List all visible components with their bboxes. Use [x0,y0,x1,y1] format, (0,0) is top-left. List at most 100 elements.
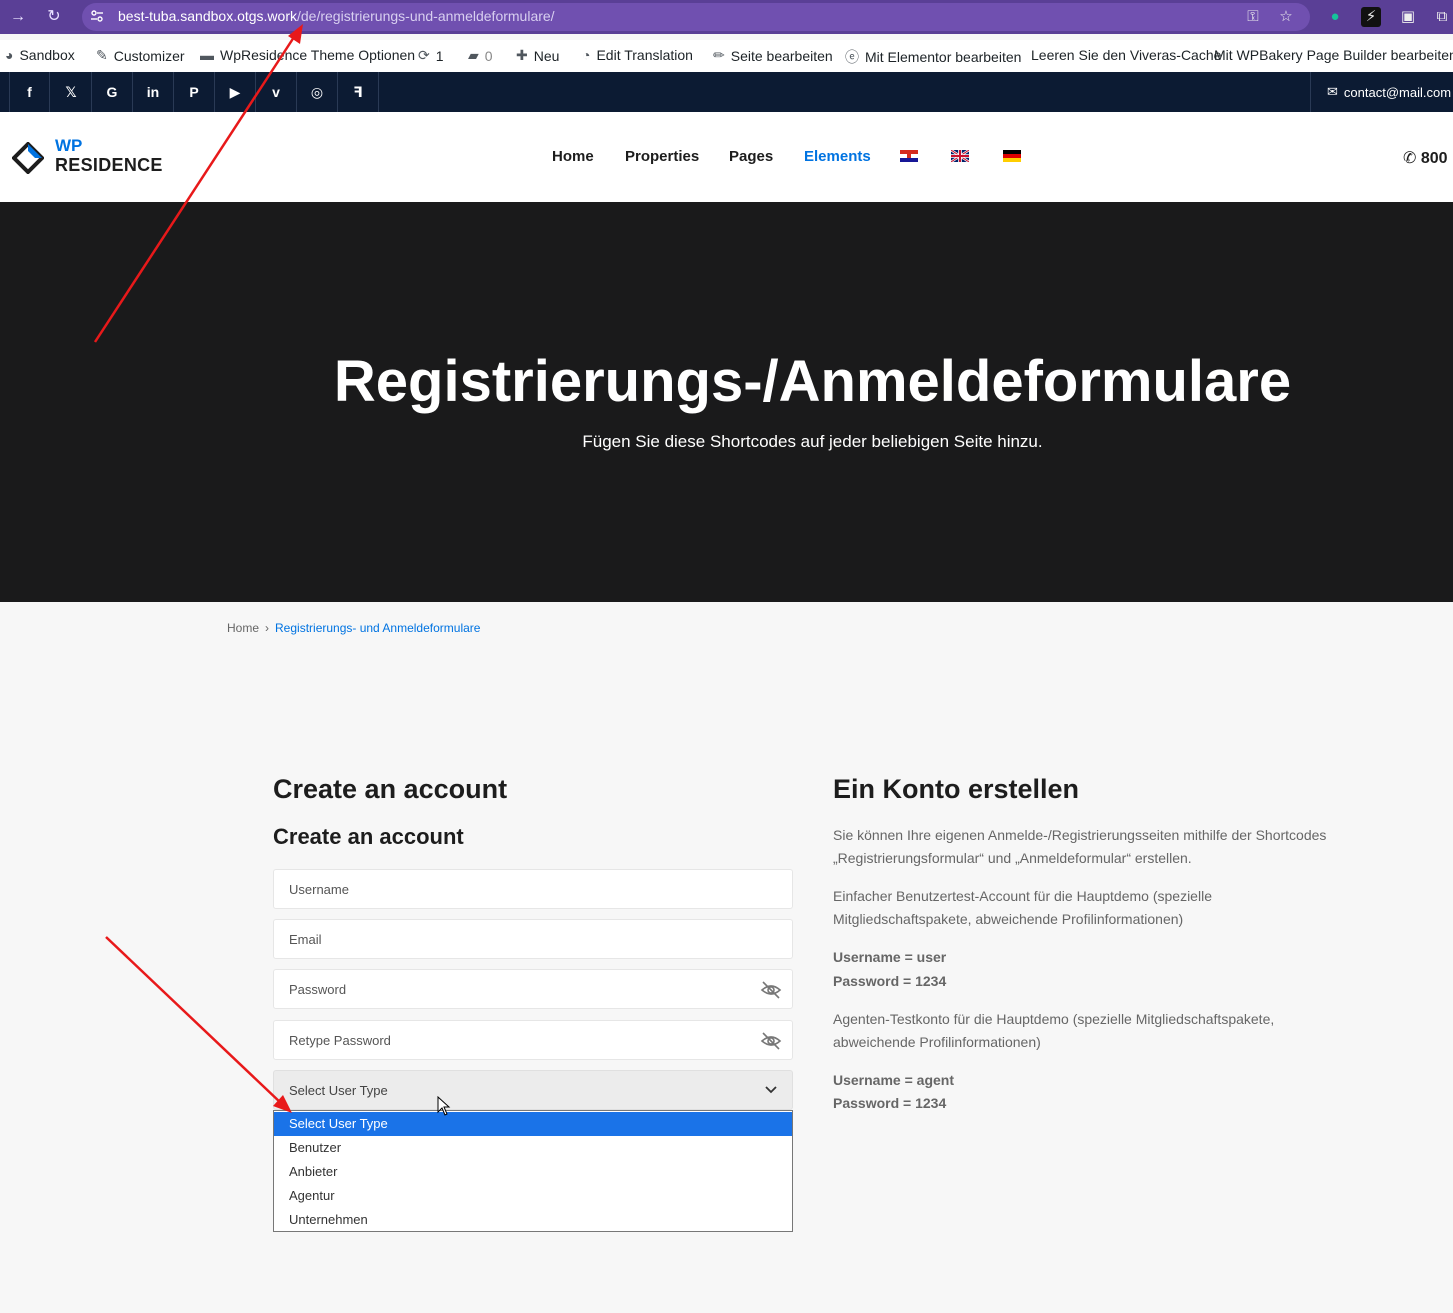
menu-item-home[interactable]: Home [552,148,594,165]
eye-slash-icon[interactable] [760,980,782,1000]
admin-item-label: WpResidence Theme Optionen [220,47,416,63]
admin-item-label: Seite bearbeiten [730,47,833,64]
admin-item-edit-translation[interactable]: ◔ Edit Translation [582,47,693,63]
user-type-option[interactable]: Anbieter [274,1160,792,1184]
form-subheading: Create an account [273,824,464,849]
bookmark-star-icon[interactable]: ☆ [1276,7,1296,27]
foursquare-icon[interactable]: ꟻ [338,72,379,112]
password-key-icon[interactable]: ⚿ [1243,7,1263,27]
url-text[interactable]: best-tuba.sandbox.otgs.work/de/registrie… [118,8,555,24]
linkedin-icon[interactable]: in [133,72,174,112]
username-field [273,869,793,909]
username-input[interactable] [274,870,792,908]
folder-icon: ▬ [200,47,214,63]
croatian-flag-icon[interactable] [900,150,918,162]
admin-item-new[interactable]: ✚ Neu [516,47,559,64]
site-settings-icon[interactable] [90,9,104,23]
admin-item-clear-cache[interactable]: Leeren Sie den Viveras-Cache [1031,47,1221,63]
extensions-puzzle-icon[interactable]: ⧉ [1432,7,1452,27]
logo-diamond-icon [12,142,44,174]
pinterest-icon[interactable]: P [174,72,215,112]
user-type-option[interactable]: Benutzer [274,1136,792,1160]
user-type-option[interactable]: Unternehmen [274,1208,792,1232]
admin-item-label: 1 [435,47,444,64]
reload-icon[interactable]: ↻ [44,7,64,27]
uk-flag-icon[interactable] [951,150,969,162]
admin-item-label: Leeren Sie den Viveras-Cache [1031,47,1222,63]
phone-number[interactable]: ✆ 800 [1403,148,1448,168]
info-paragraph-1: Sie können Ihre eigenen Anmelde-/Registr… [833,824,1353,870]
google-icon[interactable]: G [92,72,133,112]
form-heading: Create an account [273,774,508,804]
plus-icon: ✚ [516,47,528,63]
user-type-dropdown: Select User Type Benutzer Anbieter Agent… [273,1110,793,1232]
retype-password-input[interactable] [274,1021,792,1059]
breadcrumb-home[interactable]: Home [227,621,259,635]
contact-email[interactable]: ✉ contact@mail.com [1310,72,1451,112]
site-header: WP RESIDENCE Home Properties Pages Eleme… [0,112,1453,202]
agent-username: Username = agent [833,1072,954,1088]
grammarly-extension-icon[interactable]: ● [1325,7,1345,27]
info-text-line: Mitgliedschaftspakete, abweichende Profi… [833,911,1184,927]
info-paragraph-2: Einfacher Benutzertest-Account für die H… [833,885,1353,931]
user-type-selected-value: Select User Type [289,1083,388,1098]
admin-item-elementor[interactable]: ⓔ Mit Elementor bearbeiten [845,47,1021,67]
extension-icon[interactable]: ⚡ [1361,7,1381,27]
admin-item-comments[interactable]: ▰ 0 [468,47,493,64]
phone-icon: ✆ [1403,150,1417,167]
email-field [273,919,793,959]
translate-icon: ◔ [582,47,591,63]
menu-item-elements[interactable]: Elements [804,148,871,165]
agent-password: Password = 1234 [833,1095,947,1111]
page-subtitle: Fügen Sie diese Shortcodes auf jeder bel… [582,432,1043,451]
admin-item-wpbakery[interactable]: Mit WPBakery Page Builder bearbeiten [1214,47,1453,63]
elementor-icon: ⓔ [845,49,859,65]
info-paragraph-3: Agenten-Testkonto für die Hauptdemo (spe… [833,1008,1353,1054]
menu-item-pages[interactable]: Pages [729,148,773,165]
contact-email-text: contact@mail.com [1343,84,1452,100]
admin-item-customizer[interactable]: ✎ Customizer [96,47,185,64]
facebook-icon[interactable]: f [9,72,50,112]
x-icon[interactable]: 𝕏 [51,72,92,112]
info-text-line: Agenten-Testkonto für die Hauptdemo (spe… [833,1011,1275,1027]
user-password: Password = 1234 [833,973,947,989]
mail-icon: ✉ [1327,84,1338,99]
german-flag-icon[interactable] [1003,150,1021,162]
logo-wp-text: WP [55,136,83,155]
pencil-icon: ✏ [713,47,725,63]
admin-item-sandbox[interactable]: ◕ Sandbox [5,47,75,63]
social-topbar: f 𝕏 G in P ▶ v ◎ ꟻ ✉ contact@mail.com [0,72,1453,112]
admin-item-updates[interactable]: ⟳ 1 [418,47,444,64]
info-text-line: Einfacher Benutzertest-Account für die H… [833,888,1212,904]
user-type-option[interactable]: Select User Type [274,1112,792,1136]
chevron-right-icon: › [265,621,270,635]
breadcrumb: Home › Registrierungs- und Anmeldeformul… [227,621,480,635]
admin-item-edit-page[interactable]: ✏ Seite bearbeiten [713,47,833,64]
info-text-line: „Registrierungsformular“ und „Anmeldefor… [833,850,1192,866]
instagram-icon[interactable]: ◎ [297,72,338,112]
phone-text: 800 [1420,150,1448,167]
extension-badge-icon[interactable]: ▣ [1398,7,1418,27]
site-logo[interactable]: WP RESIDENCE [8,136,162,180]
admin-item-label: Mit WPBakery Page Builder bearbeiten [1214,47,1453,63]
email-input[interactable] [274,920,792,958]
user-type-option[interactable]: Agentur [274,1184,792,1208]
wp-admin-bar: ◕ Sandbox ✎ Customizer ▬ WpResidence Theme … [0,40,1453,72]
forward-icon[interactable]: → [8,7,28,27]
admin-item-label: Mit Elementor bearbeiten [865,49,1022,65]
admin-item-label: Neu [533,47,560,64]
password-input[interactable] [274,970,792,1008]
admin-item-theme-options[interactable]: ▬ WpResidence Theme Optionen [200,47,415,63]
url-host: best-tuba.sandbox.otgs.work [118,8,297,24]
menu-item-properties[interactable]: Properties [625,148,699,165]
user-username: Username = user [833,949,947,965]
user-type-select[interactable]: Select User Type [273,1070,793,1110]
admin-item-label: Customizer [113,47,185,64]
breadcrumb-current[interactable]: Registrierungs- und Anmeldeformulare [275,621,480,635]
eye-slash-icon[interactable] [760,1031,782,1051]
password-field [273,969,793,1009]
info-text-line: Sie können Ihre eigenen Anmelde-/Registr… [833,827,1327,843]
vimeo-icon[interactable]: v [256,72,297,112]
youtube-icon[interactable]: ▶ [215,72,256,112]
page-title: Registrierungs-/Anmeldeformulare [333,349,1292,414]
